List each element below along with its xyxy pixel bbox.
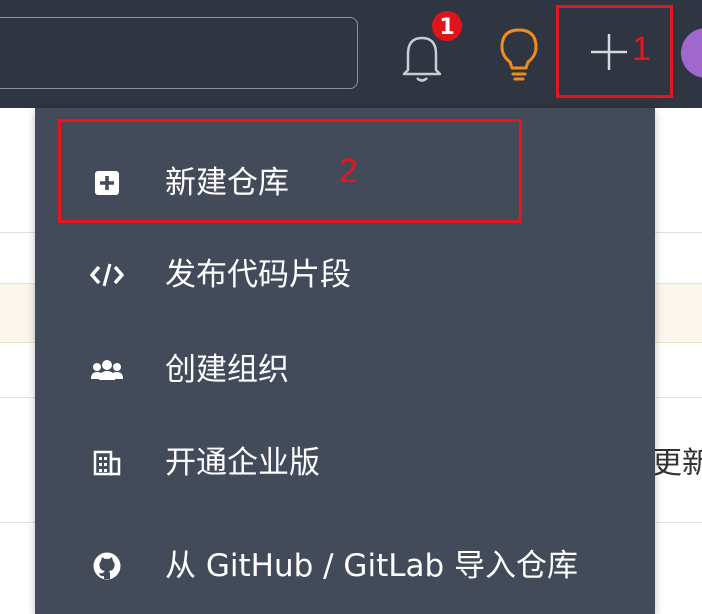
menu-item-publish-snippet[interactable]: 发布代码片段: [35, 228, 655, 322]
notification-badge: 1: [430, 9, 464, 43]
plus-square-icon: [90, 166, 124, 200]
github-icon: [90, 549, 124, 583]
menu-item-create-organization[interactable]: 创建组织: [35, 323, 655, 417]
background-text: 更新: [652, 446, 702, 481]
code-icon: [90, 258, 124, 292]
menu-item-label: 新建仓库: [165, 165, 289, 201]
menu-item-enterprise[interactable]: 开通企业版: [35, 416, 655, 510]
group-icon: [90, 353, 124, 387]
menu-item-label: 从 GitHub / GitLab 导入仓库: [165, 548, 579, 584]
menu-item-import-repository[interactable]: 从 GitHub / GitLab 导入仓库: [35, 519, 655, 613]
avatar[interactable]: [681, 28, 702, 78]
plus-icon: [591, 34, 627, 70]
top-navbar: 1 1: [0, 0, 702, 108]
lightbulb-icon[interactable]: [496, 24, 542, 84]
create-new-button[interactable]: [556, 5, 673, 98]
menu-item-label: 创建组织: [165, 352, 289, 388]
annotation-step-1: 1: [632, 30, 651, 68]
menu-item-label: 发布代码片段: [165, 257, 351, 293]
annotation-step-2: 2: [339, 152, 358, 190]
search-input[interactable]: [0, 17, 358, 89]
building-icon: [90, 446, 124, 480]
menu-item-label: 开通企业版: [165, 445, 320, 481]
